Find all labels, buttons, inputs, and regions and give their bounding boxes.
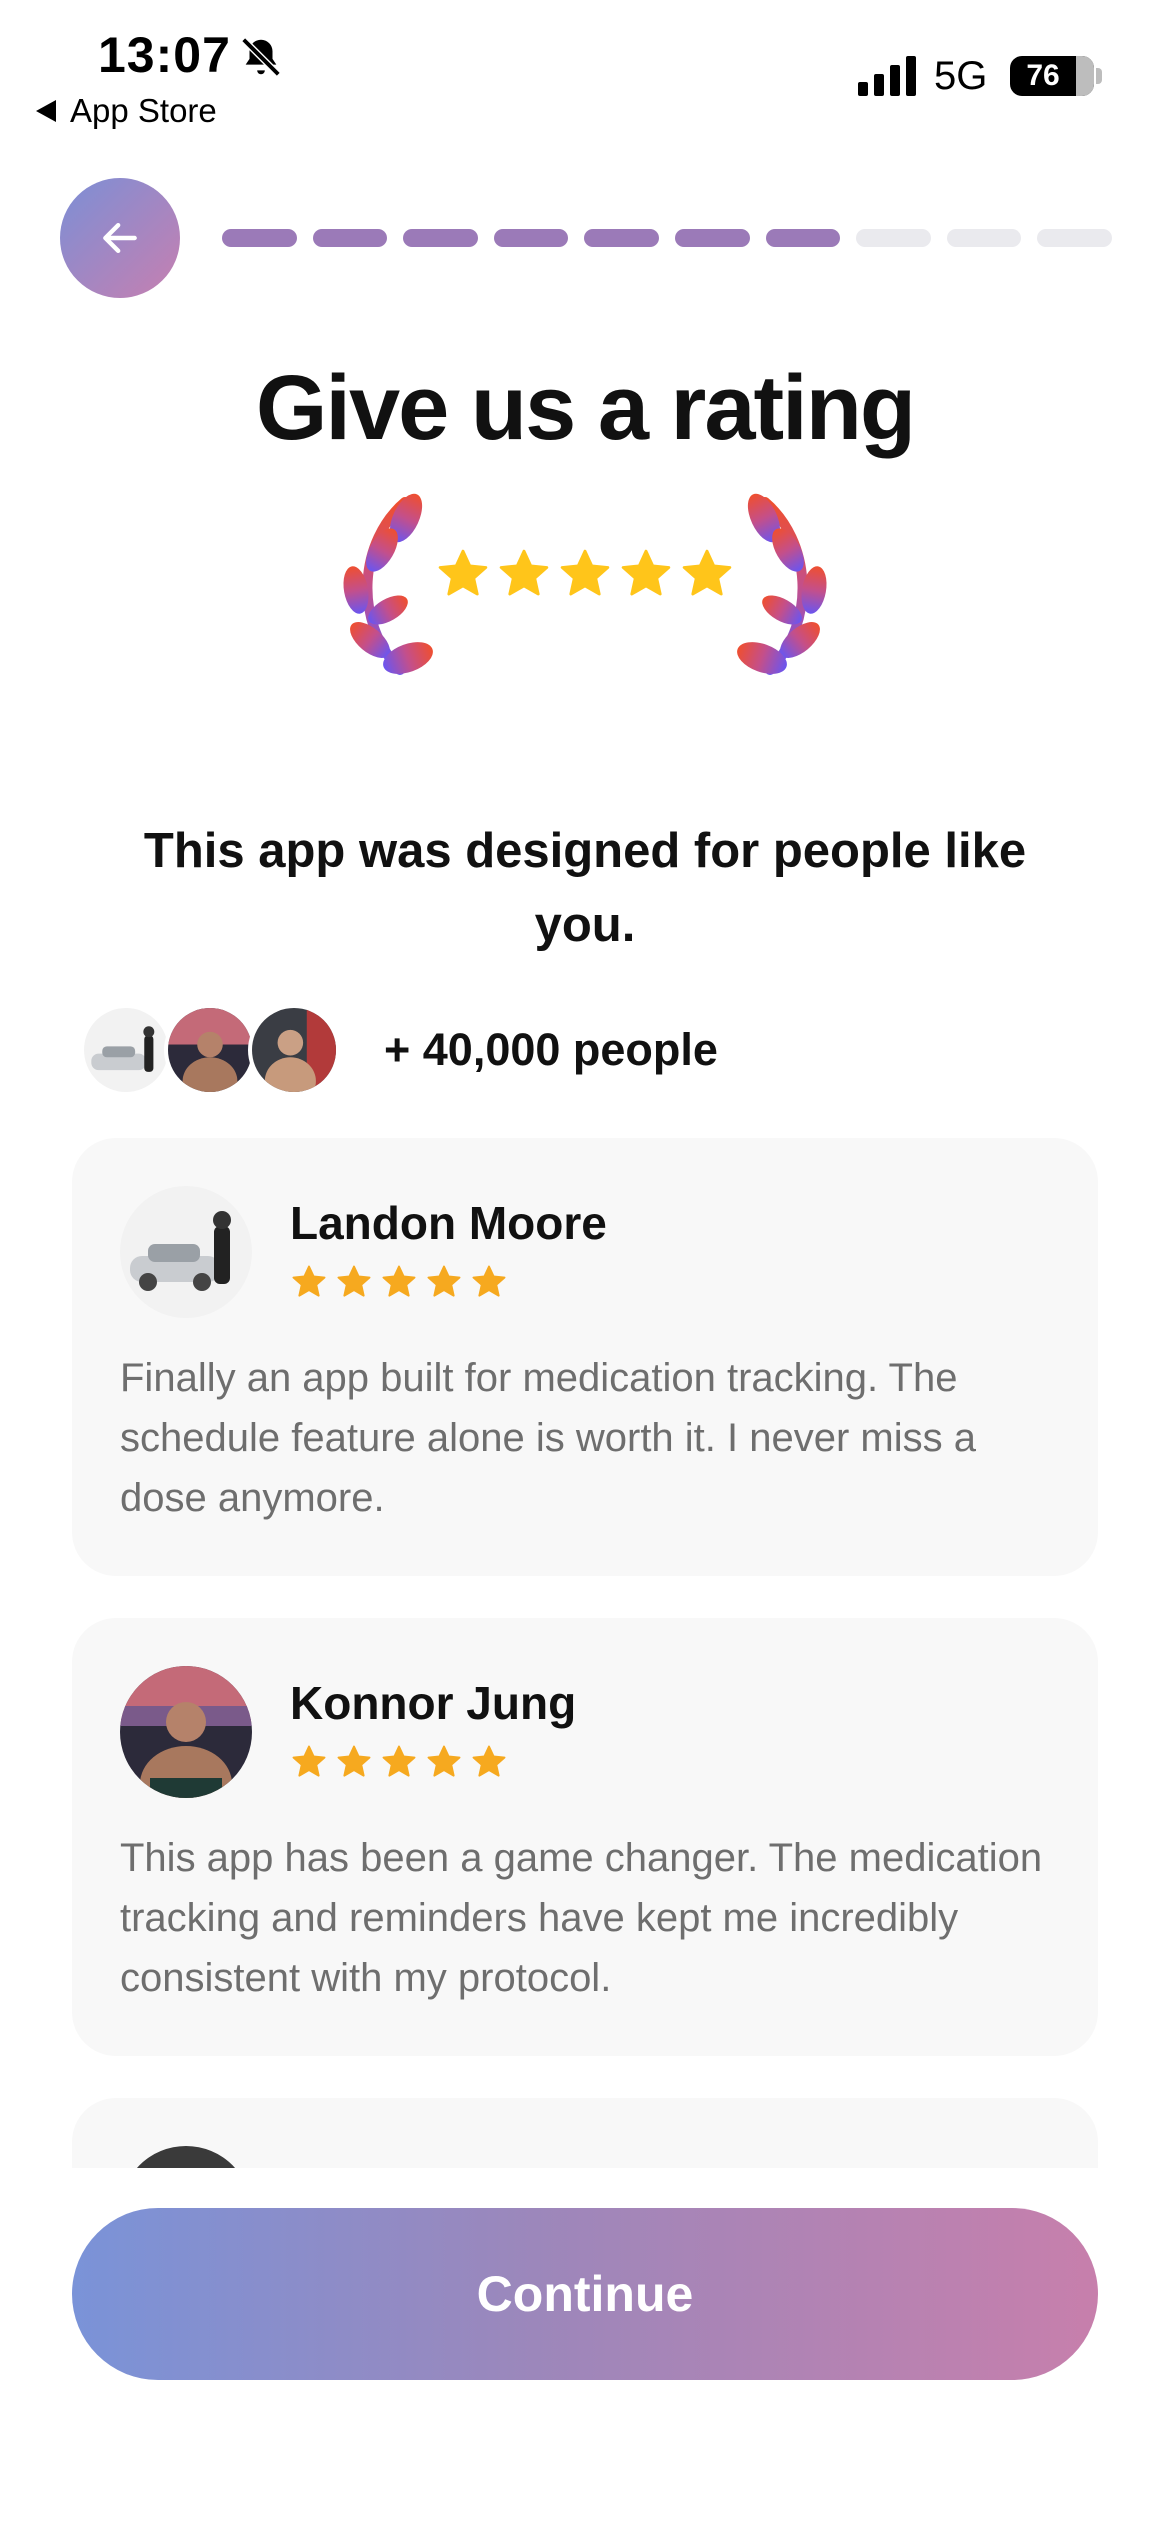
star-icon — [292, 1745, 326, 1777]
onboarding-progress — [222, 229, 1112, 247]
progress-segment — [312, 229, 388, 247]
progress-segment — [765, 229, 841, 247]
status-bar: 13:07 App Store 5G 76 — [0, 0, 1170, 150]
progress-segment — [946, 229, 1022, 247]
avatar — [164, 1004, 256, 1096]
reviewer-avatar — [120, 1666, 252, 1798]
back-triangle-icon — [36, 100, 56, 122]
star-icon — [337, 1745, 371, 1777]
people-count: + 40,000 people — [384, 1024, 718, 1075]
laurel-left-icon — [343, 493, 433, 675]
signal-icon — [858, 56, 916, 96]
arrow-left-icon — [103, 222, 137, 254]
status-time: 13:07 — [98, 27, 231, 83]
reviewer-name: Konnor Jung — [290, 1677, 577, 1729]
laurel-right-icon — [737, 493, 827, 675]
progress-segment — [222, 229, 297, 247]
star-icon — [382, 1745, 416, 1777]
star-icon — [427, 1745, 461, 1777]
progress-segment — [403, 229, 478, 247]
network-type: 5G — [934, 54, 988, 98]
bell-muted-icon — [241, 37, 281, 77]
review-stars — [290, 1263, 508, 1303]
progress-segment — [493, 229, 569, 247]
star-icon — [292, 1265, 326, 1297]
progress-segment — [856, 229, 931, 247]
avatar — [80, 1004, 172, 1096]
page-title: Give us a rating — [255, 357, 916, 459]
review-card: Konnor Jung This app has been a game cha… — [72, 1618, 1098, 2056]
star-icon — [382, 1265, 416, 1297]
battery-icon: 76 — [1010, 56, 1094, 96]
progress-segment — [1037, 229, 1112, 247]
star-icon — [337, 1265, 371, 1297]
review-text: Finally an app built for medication trac… — [120, 1356, 976, 1520]
continue-button[interactable]: Continue — [72, 2208, 1098, 2380]
reviewer-name: Landon Moore — [290, 1197, 607, 1249]
review-stars — [290, 1743, 508, 1783]
star-icon — [472, 1745, 506, 1777]
battery-level: 76 — [1026, 59, 1060, 92]
review-card: Landon Moore Finally an app built for me… — [72, 1138, 1098, 1576]
social-proof: + 40,000 people — [80, 1004, 718, 1096]
subtitle: This app was designed for people like yo… — [143, 824, 1027, 952]
laurel-rating-badge — [343, 493, 827, 675]
progress-segment — [584, 229, 659, 247]
star-icon — [472, 1265, 506, 1297]
back-app-label: App Store — [70, 92, 217, 129]
review-text: This app has been a game changer. The me… — [120, 1836, 1043, 2000]
reviewer-avatar — [120, 1186, 252, 1318]
star-icon — [427, 1265, 461, 1297]
progress-segment — [674, 229, 750, 247]
back-button[interactable] — [60, 178, 180, 298]
back-to-app-store[interactable]: App Store — [36, 92, 217, 130]
avatar — [248, 1004, 340, 1096]
